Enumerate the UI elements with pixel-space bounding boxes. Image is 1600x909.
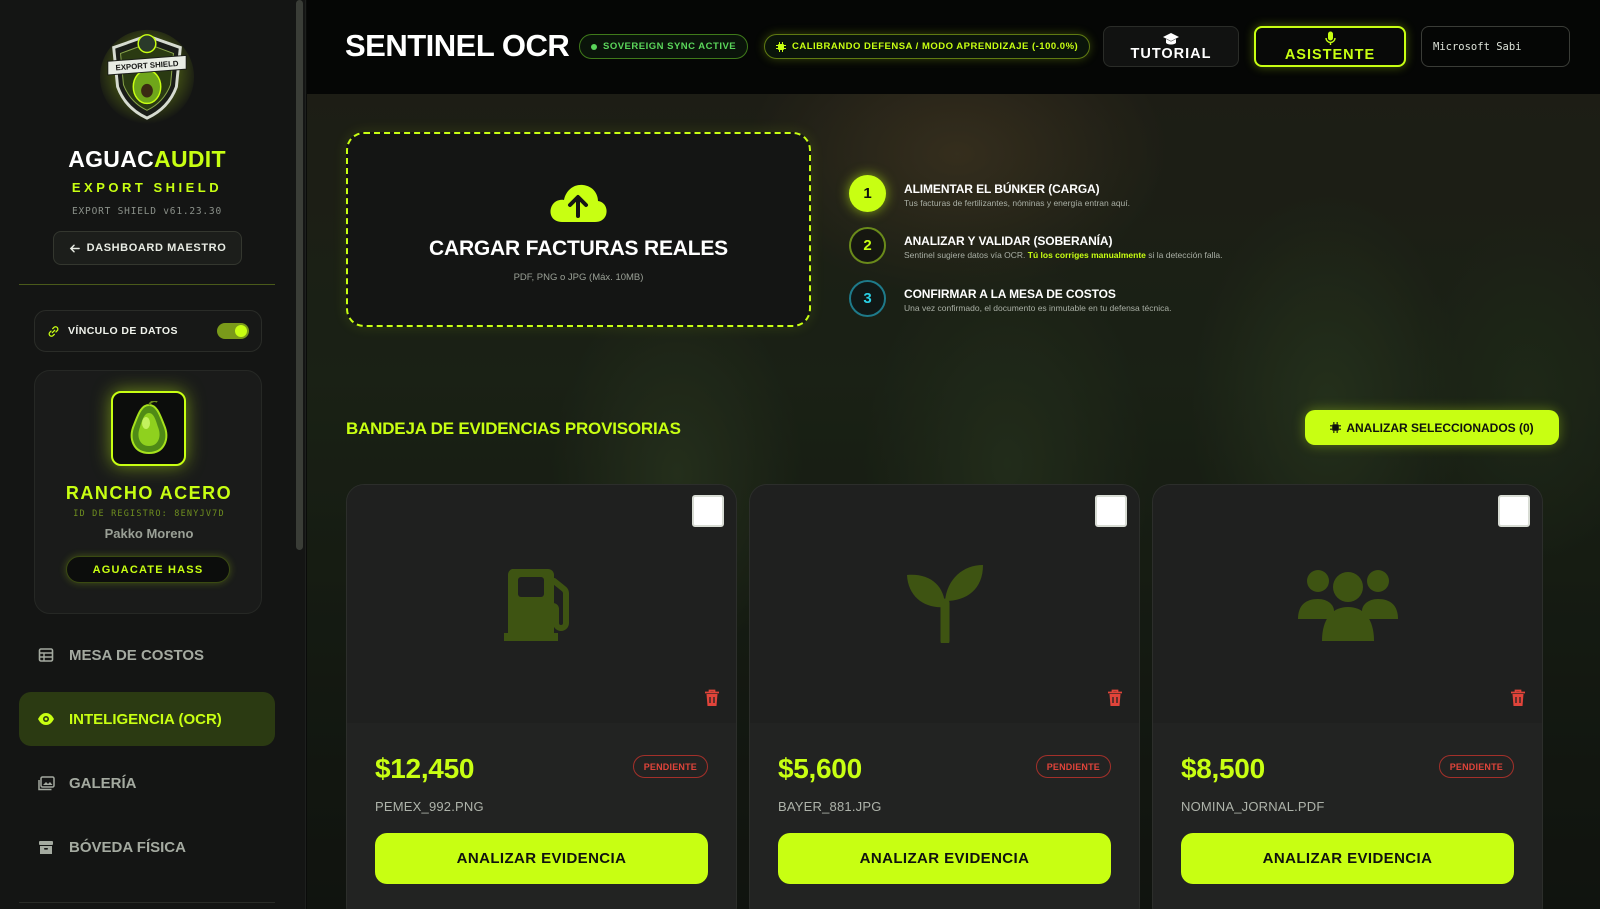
step-description: Sentinel sugiere datos vía OCR. Tú los c…: [904, 250, 1223, 260]
evidence-filename: PEMEX_992.PNG: [375, 799, 484, 814]
users-icon: [1297, 570, 1398, 641]
ranch-name: RANCHO ACERO: [65, 483, 233, 503]
avocado-icon: [130, 400, 167, 454]
evidence-card: $8,500 PENDIENTE NOMINA_JORNAL.PDF ANALI…: [1152, 484, 1543, 909]
nav-label: GALERÍA: [69, 774, 137, 792]
top-header: SENTINEL OCR SOVEREIGN SYNC ACTIVE CALIB…: [307, 0, 1600, 94]
upload-subtitle: PDF, PNG o JPG (Máx. 10MB): [513, 272, 644, 283]
sync-status-badge: SOVEREIGN SYNC ACTIVE: [579, 34, 749, 59]
assistant-button[interactable]: ASISTENTE: [1254, 26, 1406, 67]
step-number: 1: [849, 175, 886, 212]
nav-item-inteligencia-ocr[interactable]: INTELIGENCIA (OCR): [19, 692, 275, 746]
evidence-tray-title: BANDEJA DE EVIDENCIAS PROVISORIAS: [346, 419, 681, 438]
app-root: EXPORT SHIELD AGUACAUDIT EXPORT SHIELD E…: [0, 0, 1600, 909]
step-number: 3: [849, 280, 886, 317]
table-icon: [37, 646, 55, 664]
nav-item-galeria[interactable]: GALERÍA: [19, 756, 275, 810]
analyze-evidence-button[interactable]: ANALIZAR EVIDENCIA: [1181, 833, 1514, 884]
graduation-cap-icon: [1163, 32, 1179, 44]
upload-dropzone[interactable]: CARGAR FACTURAS REALES PDF, PNG o JPG (M…: [346, 132, 811, 327]
step-description: Tus facturas de fertilizantes, nóminas y…: [904, 198, 1131, 208]
ranch-registry-id: ID DE REGISTRO: 8ENYJV7D: [73, 509, 225, 519]
select-checkbox[interactable]: [1095, 495, 1127, 527]
evidence-filename: NOMINA_JORNAL.PDF: [1181, 799, 1325, 814]
calibration-status-label: CALIBRANDO DEFENSA / MODO APRENDIZAJE (-…: [792, 41, 1079, 52]
shield-avocado-logo: EXPORT SHIELD: [99, 29, 195, 124]
sidebar-bottom-divider: [19, 902, 275, 903]
brand-subtitle: EXPORT SHIELD: [71, 180, 223, 195]
gallery-icon: [37, 774, 55, 792]
voice-select[interactable]: Microsoft Sabi: [1421, 26, 1570, 67]
brand-title: AGUACAUDIT: [68, 146, 226, 172]
data-link-box: VÍNCULO DE DATOS: [34, 310, 262, 352]
ranch-card: RANCHO ACERO ID DE REGISTRO: 8ENYJV7D Pa…: [34, 370, 262, 614]
sync-status-label: SOVEREIGN SYNC ACTIVE: [603, 41, 737, 52]
arrow-left-icon: [69, 244, 80, 252]
microphone-icon: [1324, 31, 1336, 45]
chip-icon: [1330, 422, 1342, 433]
step-title: ANALIZAR Y VALIDAR (SOBERANÍA): [904, 234, 1113, 248]
nav-label: MESA DE COSTOS: [69, 646, 205, 664]
evidence-card: $12,450 PENDIENTE PEMEX_992.PNG ANALIZAR…: [346, 484, 737, 909]
analyze-evidence-button[interactable]: ANALIZAR EVIDENCIA: [778, 833, 1111, 884]
evidence-preview: [1153, 485, 1542, 723]
main-content: CARGAR FACTURAS REALES PDF, PNG o JPG (M…: [307, 94, 1600, 909]
evidence-filename: BAYER_881.JPG: [778, 799, 882, 814]
chip-icon: [776, 41, 786, 52]
status-badge: PENDIENTE: [1438, 755, 1514, 778]
evidence-preview: [347, 485, 736, 723]
sidebar-scrollbar[interactable]: [296, 0, 303, 550]
nav-label: INTELIGENCIA (OCR): [69, 710, 222, 728]
select-checkbox[interactable]: [692, 495, 724, 527]
ranch-owner: Pakko Moreno: [104, 526, 194, 541]
step-1: 1 ALIMENTAR EL BÚNKER (CARGA) Tus factur…: [849, 175, 1130, 212]
data-link-toggle[interactable]: [217, 323, 249, 339]
eye-icon: [37, 710, 55, 728]
step-description: Una vez confirmado, el documento es inmu…: [904, 303, 1172, 313]
step-title: CONFIRMAR A LA MESA DE COSTOS: [904, 287, 1116, 301]
tutorial-button[interactable]: TUTORIAL: [1103, 26, 1239, 67]
crop-variety-badge: AGUACATE HASS: [66, 556, 230, 583]
archive-icon: [37, 838, 55, 856]
data-link-label: VÍNCULO DE DATOS: [68, 325, 178, 337]
sidebar: EXPORT SHIELD AGUACAUDIT EXPORT SHIELD E…: [0, 0, 306, 909]
link-icon: [48, 325, 59, 337]
analyze-evidence-button[interactable]: ANALIZAR EVIDENCIA: [375, 833, 708, 884]
step-number: 2: [849, 227, 886, 264]
status-dot-icon: [591, 43, 597, 50]
status-badge: PENDIENTE: [632, 755, 708, 778]
evidence-amount: $12,450: [375, 753, 475, 784]
step-2: 2 ANALIZAR Y VALIDAR (SOBERANÍA) Sentine…: [849, 227, 1222, 264]
upload-title: CARGAR FACTURAS REALES: [429, 237, 728, 260]
step-title: ALIMENTAR EL BÚNKER (CARGA): [904, 182, 1100, 196]
analyze-selected-button[interactable]: ANALIZAR SELECCIONADOS (0): [1305, 410, 1559, 445]
tutorial-button-label: TUTORIAL: [1130, 45, 1212, 62]
evidence-amount: $5,600: [778, 753, 862, 784]
cloud-upload-icon: [550, 184, 607, 222]
nav-item-boveda-fisica[interactable]: BÓVEDA FÍSICA: [19, 820, 275, 874]
evidence-card: $5,600 PENDIENTE BAYER_881.JPG ANALIZAR …: [749, 484, 1140, 909]
trash-icon[interactable]: [1510, 689, 1526, 707]
page-title: SENTINEL OCR: [345, 28, 570, 63]
select-checkbox[interactable]: [1498, 495, 1530, 527]
calibration-status-badge: CALIBRANDO DEFENSA / MODO APRENDIZAJE (-…: [764, 34, 1091, 59]
trash-icon[interactable]: [1107, 689, 1123, 707]
version-label: EXPORT SHIELD v61.23.30: [72, 206, 222, 217]
evidence-amount: $8,500: [1181, 753, 1265, 784]
nav-label: BÓVEDA FÍSICA: [69, 838, 186, 856]
dashboard-button-label: DASHBOARD MAESTRO: [86, 242, 227, 254]
seedling-icon: [906, 565, 983, 643]
ranch-avatar: [111, 391, 186, 466]
dashboard-button[interactable]: DASHBOARD MAESTRO: [53, 231, 242, 265]
nav-item-mesa-de-costos[interactable]: MESA DE COSTOS: [19, 628, 275, 682]
trash-icon[interactable]: [704, 689, 720, 707]
fuel-pump-icon: [503, 569, 569, 641]
assistant-button-label: ASISTENTE: [1284, 46, 1376, 63]
step-3: 3 CONFIRMAR A LA MESA DE COSTOS Una vez …: [849, 280, 1171, 317]
evidence-preview: [750, 485, 1139, 723]
status-badge: PENDIENTE: [1035, 755, 1111, 778]
sidebar-divider: [19, 284, 275, 285]
analyze-selected-label: ANALIZAR SELECCIONADOS (0): [1346, 420, 1534, 435]
